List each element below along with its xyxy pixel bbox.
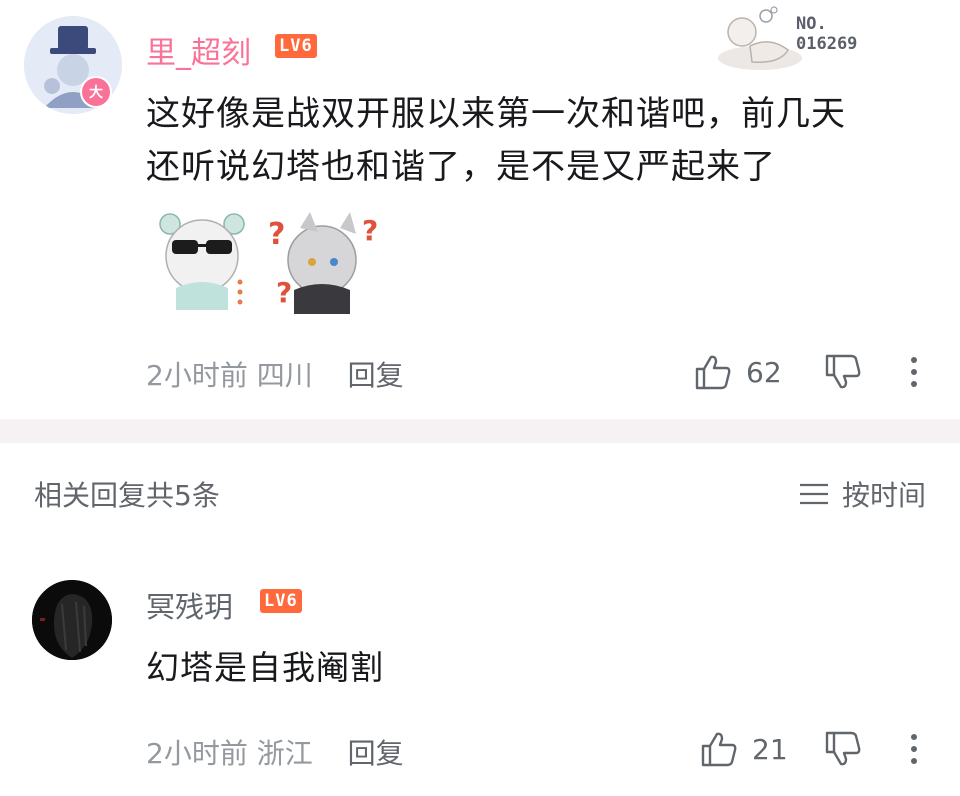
like-count: 62 (746, 355, 782, 389)
reply-button[interactable]: 回复 (348, 737, 404, 770)
thumb-down-icon (825, 731, 861, 766)
svg-text:?: ? (268, 217, 285, 252)
like-button[interactable]: 21 (700, 731, 788, 767)
thumb-down-icon (825, 354, 861, 389)
comment-meta: 2小时前 四川 回复 (146, 354, 404, 394)
more-vertical-icon (911, 357, 917, 387)
reply-avatar[interactable] (32, 580, 112, 660)
reply-content: 幻塔是自我阉割 (146, 648, 384, 687)
sort-lines-icon (799, 483, 828, 505)
fan-badge-number: NO. 016269 (796, 14, 858, 54)
sort-button[interactable]: 按时间 (798, 474, 926, 514)
reply-button[interactable]: 回复 (348, 359, 404, 392)
thumb-up-icon (695, 355, 731, 390)
dislike-button[interactable] (824, 354, 862, 394)
reply-username[interactable]: 冥残玥 (146, 584, 233, 626)
svg-text:?: ? (362, 214, 378, 247)
avatar-illustration (32, 580, 112, 660)
section-divider (0, 419, 960, 443)
like-button[interactable]: 62 (694, 354, 782, 390)
comment-username[interactable]: 里_超刻 (146, 28, 251, 72)
reply-count-title: 相关回复共5条 (34, 479, 220, 512)
level-badge: LV6 (275, 34, 317, 58)
like-count: 21 (752, 732, 788, 766)
more-vertical-icon (911, 734, 917, 764)
vip-badge: 大 (80, 76, 112, 108)
comment-location: 四川 (256, 359, 313, 392)
more-options-button[interactable] (904, 731, 924, 771)
svg-text:?: ? (276, 276, 292, 309)
reply-location: 浙江 (256, 737, 313, 770)
comment-time: 2小时前 (146, 359, 248, 392)
sticker-emotes: ? ? ? (159, 212, 378, 314)
reply-time: 2小时前 (146, 737, 248, 770)
level-badge: LV6 (260, 589, 302, 613)
dislike-button[interactable] (824, 731, 862, 771)
reply-meta: 2小时前 浙江 回复 (146, 732, 404, 772)
sort-label: 按时间 (841, 479, 926, 512)
thumb-up-icon (701, 732, 737, 767)
more-options-button[interactable] (904, 354, 924, 394)
comment-content: 这好像是战双开服以来第一次和谐吧，前几天 还听说幻塔也和谐了，是不是又严起来了 (146, 94, 846, 187)
